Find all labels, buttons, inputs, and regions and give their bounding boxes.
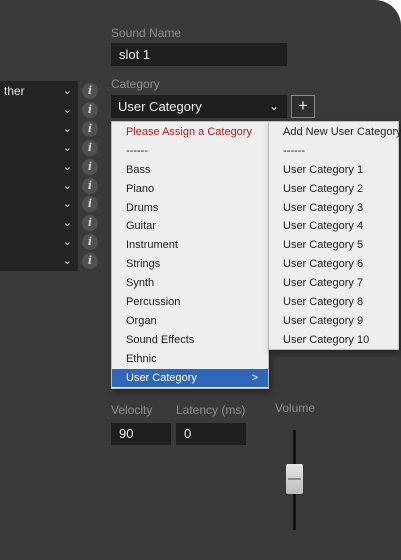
left-select-value: ther: [4, 84, 25, 98]
user-category-option[interactable]: User Category 9: [269, 312, 398, 331]
category-option-label: Please Assign a Category: [126, 126, 252, 138]
chevron-down-icon: ⌄: [62, 197, 72, 211]
category-option-label: Sound Effects: [126, 333, 195, 346]
add-category-button[interactable]: +: [291, 95, 315, 118]
user-category-option[interactable]: Add New User Category: [269, 123, 401, 142]
info-icon[interactable]: i: [82, 120, 98, 137]
category-option-label: Guitar: [126, 220, 156, 233]
category-option[interactable]: Ethnic: [112, 350, 268, 369]
category-option-label: Instrument: [126, 239, 178, 252]
user-category-option[interactable]: User Category 7: [269, 274, 398, 293]
sound-name-label: Sound Name: [111, 26, 182, 40]
left-select[interactable]: ⌄: [0, 156, 78, 177]
chevron-down-icon: ⌄: [62, 121, 72, 135]
info-icon[interactable]: i: [82, 215, 98, 232]
category-option-label: User Category: [126, 371, 197, 384]
left-select-row: ⌄ i: [0, 232, 102, 253]
category-option[interactable]: Sound Effects: [112, 331, 268, 350]
chevron-down-icon: ⌄: [62, 216, 72, 230]
category-option[interactable]: Guitar: [112, 217, 268, 236]
info-icon[interactable]: i: [82, 83, 98, 99]
left-select-row: ⌄ i: [0, 175, 102, 196]
user-category-submenu: Add New User Category ------ User Category…: [268, 121, 401, 350]
category-option[interactable]: Organ: [112, 312, 268, 331]
category-option[interactable]: Strings: [112, 255, 268, 274]
category-option[interactable]: Instrument: [112, 236, 268, 255]
chevron-right-icon: >: [251, 371, 258, 384]
category-option-label: Ethnic: [126, 352, 157, 365]
chevron-down-icon: ⌄: [62, 235, 72, 249]
category-option-label: Bass: [126, 163, 151, 176]
left-select-row: ⌄ i: [0, 137, 102, 158]
chevron-down-icon: ⌄: [62, 140, 72, 154]
category-option[interactable]: User Category >: [112, 368, 268, 388]
volume-label: Volume: [275, 401, 316, 415]
category-option-label: Piano: [126, 182, 155, 195]
volume-slider-thumb[interactable]: [286, 464, 303, 494]
left-select-row: ⌄ i: [0, 251, 102, 272]
left-select[interactable]: ⌄: [0, 213, 78, 234]
chevron-down-icon: ⌄: [62, 159, 72, 173]
user-category-option[interactable]: User Category 5: [269, 236, 398, 255]
chevron-down-icon: ⌄: [62, 102, 72, 116]
latency-label: Latency (ms): [176, 403, 246, 417]
chevron-down-icon: ⌄: [268, 99, 279, 113]
left-select[interactable]: ⌄: [0, 175, 78, 196]
user-category-option[interactable]: User Category 6: [269, 255, 398, 274]
category-option[interactable]: Drums: [112, 199, 268, 218]
category-option-label: Organ: [126, 314, 157, 327]
category-option-label: Percussion: [126, 296, 181, 309]
left-select[interactable]: ⌄: [0, 194, 78, 215]
info-icon[interactable]: i: [82, 234, 98, 251]
category-option[interactable]: Bass: [112, 161, 268, 180]
chevron-down-icon: ⌄: [62, 178, 72, 192]
left-select[interactable]: ther ⌄: [0, 81, 78, 101]
left-select[interactable]: ⌄: [0, 137, 78, 158]
user-category-option[interactable]: User Category 2: [269, 180, 398, 199]
category-option[interactable]: Please Assign a Category: [112, 123, 268, 142]
category-select-value: User Category: [118, 99, 202, 114]
user-category-option[interactable]: User Category 1: [269, 161, 398, 180]
left-select[interactable]: ⌄: [0, 232, 78, 253]
velocity-label: Velocity: [111, 403, 153, 417]
left-select-row: ⌄ i: [0, 213, 102, 234]
left-select-row: ⌄ i: [0, 194, 102, 215]
velocity-input[interactable]: 90: [111, 423, 171, 445]
user-category-option[interactable]: User Category 8: [269, 293, 398, 312]
info-icon[interactable]: i: [82, 253, 98, 270]
info-icon[interactable]: i: [82, 158, 98, 175]
left-select-row: ther ⌄ i: [0, 81, 102, 101]
left-select-row: ⌄ i: [0, 99, 102, 120]
sound-name-input[interactable]: slot 1: [111, 43, 287, 66]
left-select[interactable]: ⌄: [0, 118, 78, 139]
category-label: Category: [111, 77, 160, 91]
user-category-option[interactable]: User Category 4: [269, 217, 398, 236]
info-icon[interactable]: i: [82, 196, 98, 213]
latency-input[interactable]: 0: [176, 423, 246, 445]
category-option-label: Strings: [126, 258, 161, 271]
left-select[interactable]: ⌄: [0, 251, 78, 272]
category-option-label: Synth: [126, 277, 155, 290]
info-icon[interactable]: i: [82, 139, 98, 156]
left-select-row: ⌄ i: [0, 118, 102, 139]
user-category-option[interactable]: ------: [269, 142, 398, 161]
category-dropdown-menu: Please Assign a Category ------ Bass Piano D…: [111, 121, 269, 389]
user-category-option[interactable]: User Category 10: [269, 331, 398, 350]
category-select[interactable]: User Category ⌄: [111, 95, 287, 118]
left-select[interactable]: ⌄: [0, 99, 78, 120]
user-category-option[interactable]: User Category 3: [269, 199, 398, 218]
left-select-row: ⌄ i: [0, 156, 102, 177]
category-option[interactable]: Piano: [112, 180, 268, 199]
chevron-down-icon: ⌄: [62, 84, 72, 97]
info-icon[interactable]: i: [82, 177, 98, 194]
category-option[interactable]: ------: [112, 142, 268, 161]
chevron-down-icon: ⌄: [62, 254, 72, 268]
info-icon[interactable]: i: [82, 101, 98, 118]
category-option[interactable]: Percussion: [112, 293, 268, 312]
sound-settings-panel: ther ⌄ i ⌄ i ⌄ i ⌄ i ⌄ i ⌄ i ⌄ i ⌄ i ⌄ i ⌄ i Sound Name slot…: [0, 0, 401, 560]
category-option-label: Drums: [126, 201, 159, 214]
category-option-label: ------: [126, 144, 148, 157]
category-option[interactable]: Synth: [112, 274, 268, 293]
